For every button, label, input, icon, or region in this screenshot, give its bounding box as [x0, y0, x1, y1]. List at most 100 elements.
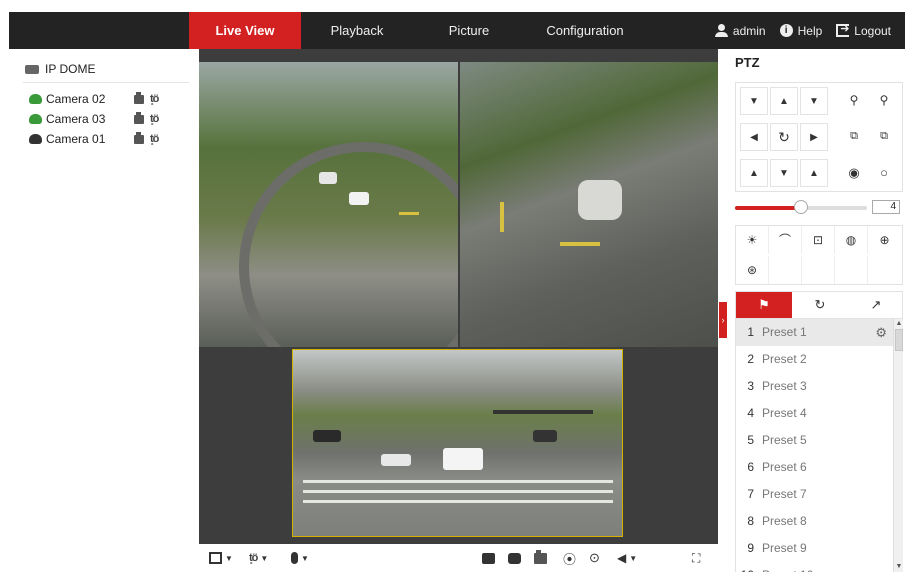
- scroll-up-icon[interactable]: ▲: [894, 319, 903, 329]
- preset-number: 5: [747, 433, 754, 447]
- patrol-icon: ↻: [814, 297, 826, 312]
- record-icon[interactable]: [134, 131, 144, 144]
- iris-close-icon[interactable]: ○: [870, 159, 898, 187]
- manual-tracking-icon[interactable]: ⊕: [868, 226, 901, 254]
- chevron-down-icon: ▼: [301, 553, 309, 563]
- camera-item[interactable]: Camera 02 t̥ö: [29, 91, 179, 107]
- light-icon[interactable]: ☀: [736, 226, 769, 254]
- preset-scrollbar[interactable]: ▲ ▼: [893, 319, 903, 572]
- list-item[interactable]: 3 Preset 3: [736, 373, 903, 400]
- up-left-arrow-icon[interactable]: ▼: [740, 87, 768, 115]
- list-item[interactable]: 1 Preset 1 ⚙: [736, 319, 903, 346]
- down-right-arrow-icon[interactable]: ▲: [800, 159, 828, 187]
- record-icon[interactable]: [134, 111, 144, 124]
- speaker-mute-icon: ◀: [617, 551, 627, 565]
- car-graphic: [533, 430, 557, 442]
- tab-patrol[interactable]: ↻: [792, 292, 848, 318]
- tab-picture[interactable]: Picture: [434, 12, 504, 49]
- preset-name: Preset 7: [762, 487, 807, 501]
- chevron-down-icon: ▼: [225, 553, 233, 563]
- logout-label: Logout: [854, 23, 891, 38]
- record-icon[interactable]: [134, 91, 144, 104]
- video-pane-fisheye-right[interactable]: [460, 62, 718, 347]
- preset-number: 7: [747, 487, 754, 501]
- help-icon: i: [779, 24, 793, 37]
- ptz-icon[interactable]: t̥ö: [150, 93, 159, 105]
- speed-slider-handle[interactable]: [794, 200, 808, 214]
- capture-button[interactable]: [508, 550, 521, 566]
- video-pane-fisheye-left[interactable]: [199, 62, 458, 347]
- car-graphic: [578, 180, 622, 220]
- wiper-icon[interactable]: ⌒: [769, 226, 802, 254]
- digital-zoom-button[interactable]: ⦿: [563, 550, 576, 567]
- list-item[interactable]: 6 Preset 6: [736, 454, 903, 481]
- window-layout-button[interactable]: ▼: [209, 550, 233, 566]
- audio-button[interactable]: ▼: [291, 550, 309, 566]
- preset-number: 8: [747, 514, 754, 528]
- list-item[interactable]: 2 Preset 2: [736, 346, 903, 373]
- tab-configuration[interactable]: Configuration: [533, 12, 637, 49]
- record-button[interactable]: [534, 549, 553, 566]
- tab-preset[interactable]: ⚑: [736, 292, 792, 318]
- device-name: IP DOME: [45, 62, 96, 76]
- volume-button[interactable]: ◀ ▼: [617, 550, 637, 566]
- empty-slot: [769, 256, 802, 284]
- list-item[interactable]: 8 Preset 8: [736, 508, 903, 535]
- list-item[interactable]: 7 Preset 7: [736, 481, 903, 508]
- up-right-arrow-icon[interactable]: ▼: [800, 87, 828, 115]
- 3d-positioning-button[interactable]: ⊙: [589, 550, 600, 566]
- crosswalk-stripe: [303, 480, 613, 483]
- preset-name: Preset 10: [762, 562, 813, 572]
- lens-initialization-icon[interactable]: ◍: [835, 226, 868, 254]
- preset-name: Preset 4: [762, 406, 807, 420]
- camera-item[interactable]: Camera 03 t̥ö: [29, 111, 179, 127]
- camera-item[interactable]: Camera 01 t̥ö: [29, 131, 179, 147]
- left-arrow-icon[interactable]: ◀: [740, 123, 768, 151]
- preset-number: 4: [747, 406, 754, 420]
- user-menu[interactable]: admin: [714, 24, 766, 38]
- panel-collapse-handle[interactable]: ›: [719, 302, 727, 338]
- list-item[interactable]: 10Preset 10: [736, 562, 903, 572]
- dome-device-icon: [25, 64, 39, 74]
- ptz-speed-slider[interactable]: [735, 200, 867, 214]
- ptz-function-grid: ☀ ⌒ ⊡ ◍ ⊕ ⊛: [735, 225, 903, 285]
- gear-icon[interactable]: ⚙: [875, 319, 887, 346]
- fullscreen-button[interactable]: ⛶: [692, 550, 700, 566]
- help-link[interactable]: i Help: [779, 24, 822, 38]
- iris-open-icon[interactable]: ◉: [840, 159, 868, 187]
- preset-name: Preset 3: [762, 379, 807, 393]
- tab-live-view[interactable]: Live View: [189, 12, 301, 49]
- right-arrow-icon[interactable]: ▶: [800, 123, 828, 151]
- stream-select-button[interactable]: t̥ö ▼: [249, 550, 268, 566]
- logout-link[interactable]: Logout: [836, 22, 891, 38]
- empty-slot: [835, 256, 868, 284]
- chevron-down-icon: ▼: [629, 553, 638, 563]
- chevron-down-icon: ▼: [260, 553, 269, 563]
- preset-number: 9: [747, 541, 754, 555]
- list-item[interactable]: 5 Preset 5: [736, 427, 903, 454]
- stop-all-button[interactable]: [482, 550, 495, 566]
- scroll-thumb[interactable]: [895, 329, 903, 351]
- 3d-zoom-icon[interactable]: ⊛: [736, 256, 769, 284]
- camera-name: Camera 03: [46, 112, 106, 126]
- ptz-icon[interactable]: t̥ö: [150, 113, 159, 125]
- tab-playback[interactable]: Playback: [321, 12, 393, 49]
- tree-root-device[interactable]: IP DOME: [25, 62, 95, 76]
- tab-pattern[interactable]: ↗: [848, 292, 904, 318]
- zoom-in-icon[interactable]: ⚲: [840, 87, 868, 115]
- video-pane-ptz[interactable]: [292, 349, 623, 537]
- down-left-arrow-icon[interactable]: ▲: [740, 159, 768, 187]
- ptz-icon[interactable]: t̥ö: [150, 133, 159, 145]
- live-view-area[interactable]: [199, 49, 718, 544]
- auxiliary-focus-icon[interactable]: ⊡: [802, 226, 835, 254]
- list-item[interactable]: 9 Preset 9: [736, 535, 903, 562]
- up-arrow-icon[interactable]: ▲: [770, 87, 798, 115]
- focus-near-icon[interactable]: ⧉: [840, 123, 868, 151]
- auto-pan-icon[interactable]: ↻: [770, 123, 798, 151]
- list-item[interactable]: 4 Preset 4: [736, 400, 903, 427]
- zoom-out-icon[interactable]: ⚲: [870, 87, 898, 115]
- down-arrow-icon[interactable]: ▼: [770, 159, 798, 187]
- car-graphic: [443, 448, 483, 470]
- focus-far-icon[interactable]: ⧉: [870, 123, 898, 151]
- scroll-down-icon[interactable]: ▼: [894, 562, 903, 572]
